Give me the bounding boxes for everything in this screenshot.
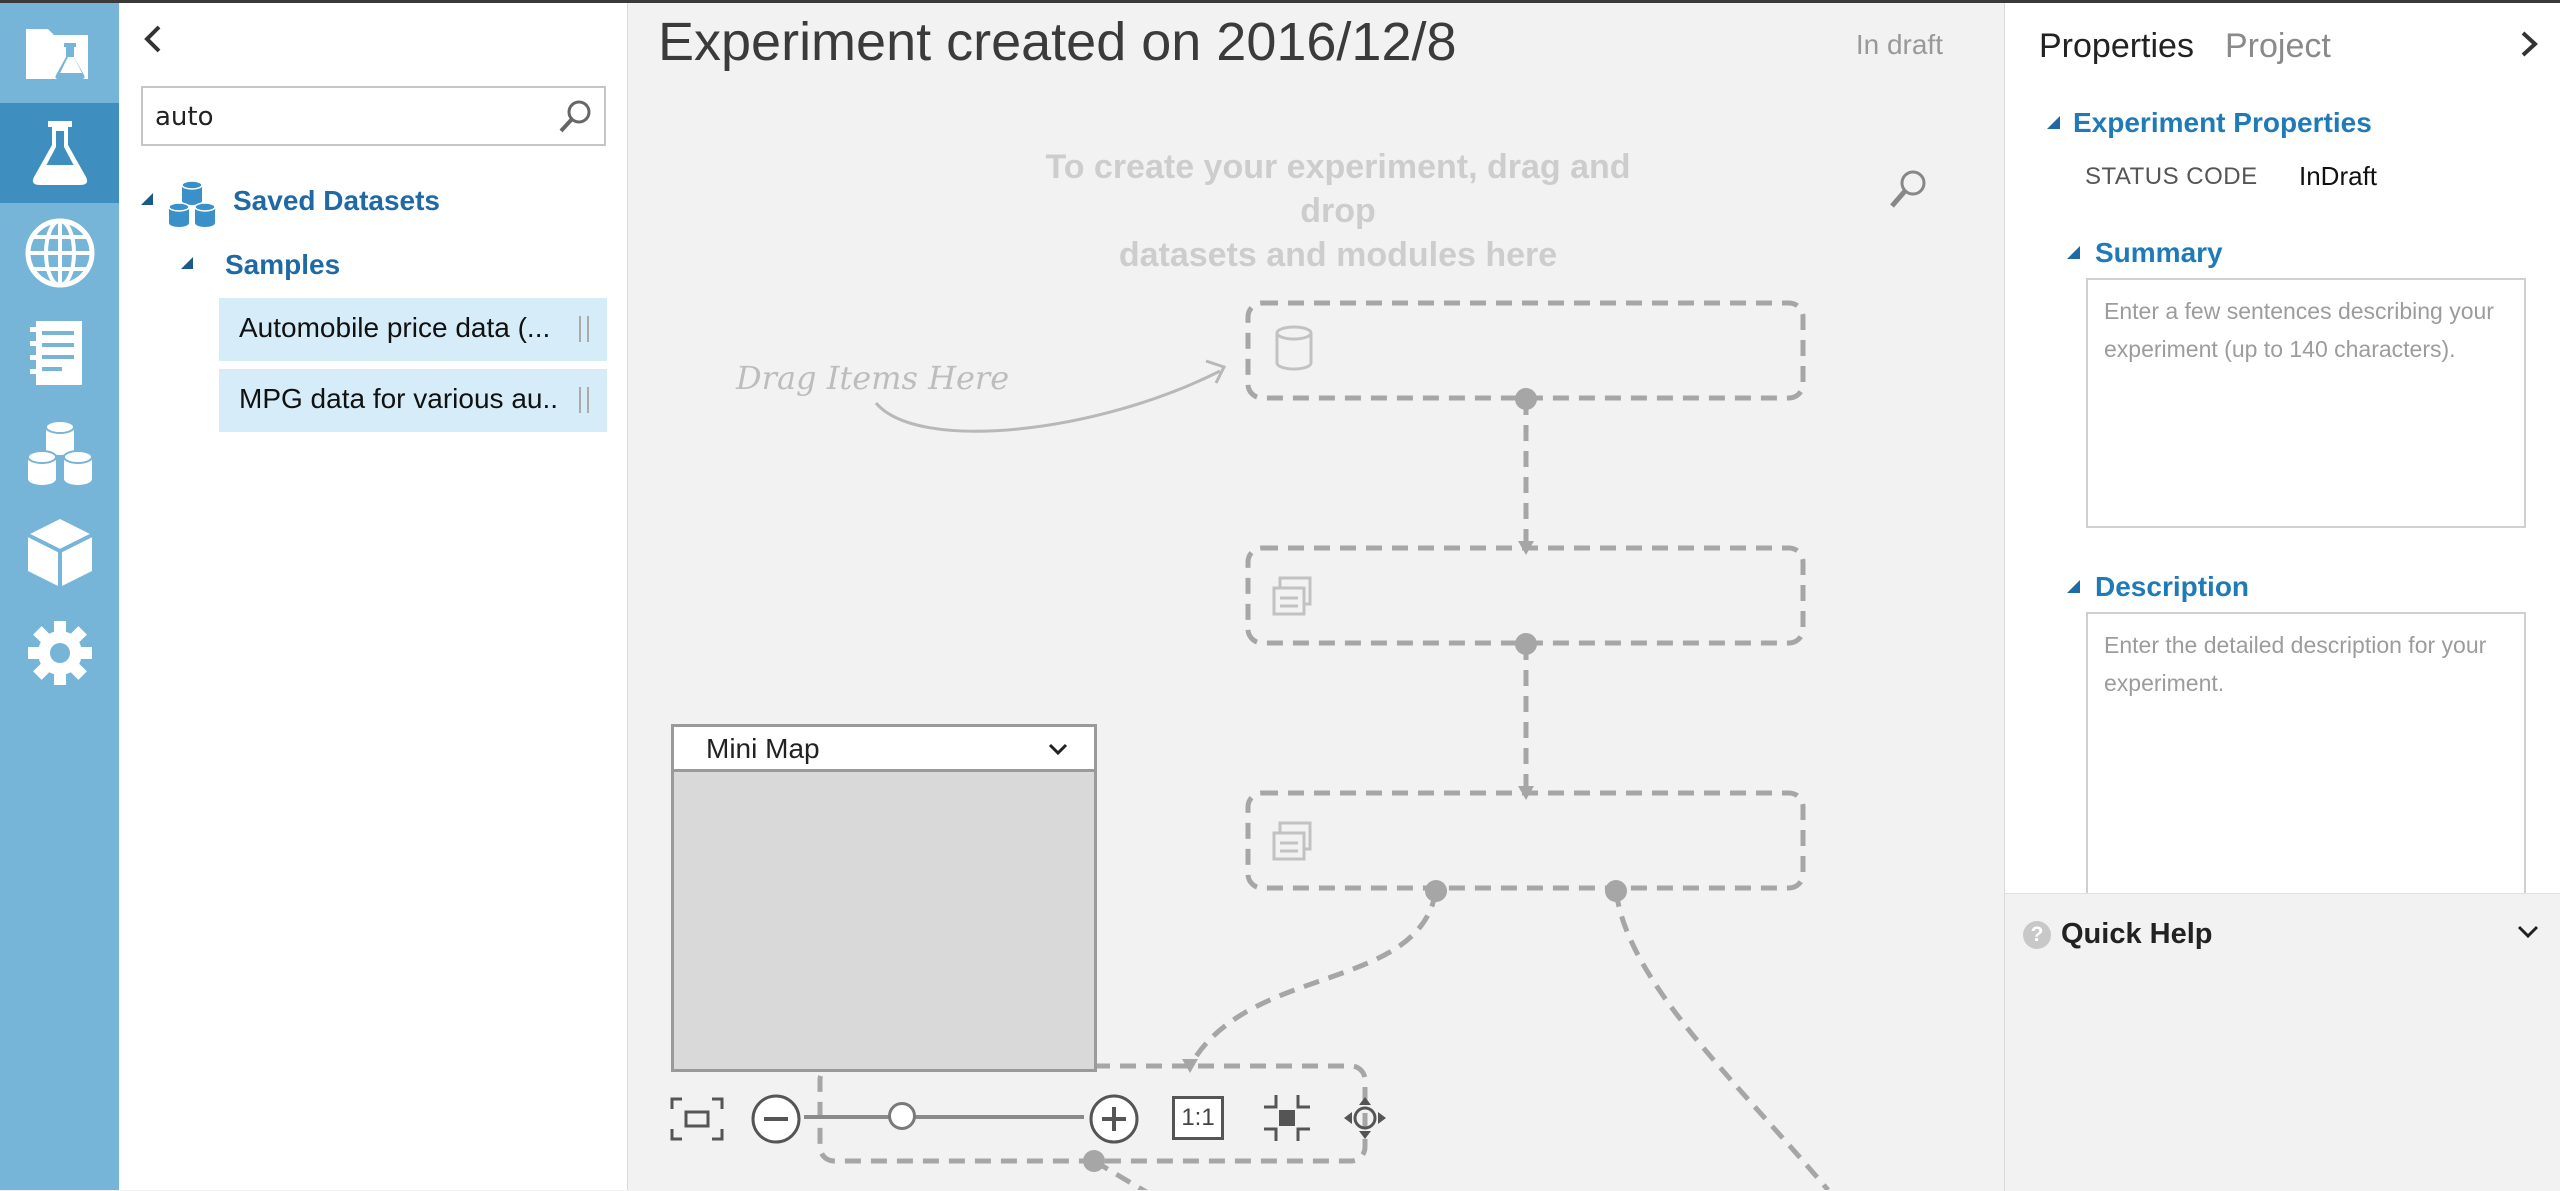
saved-datasets-label[interactable]: Saved Datasets [233, 185, 440, 217]
actual-size-button[interactable]: 1:1 [1172, 1096, 1224, 1140]
palette-search-input[interactable] [153, 96, 537, 138]
help-icon: ? [2023, 921, 2051, 949]
chevron-down-icon[interactable] [2515, 918, 2541, 944]
drag-items-hint: Drag Items Here [736, 359, 1010, 397]
zoom-slider-track[interactable] [804, 1115, 1084, 1119]
summary-heading[interactable]: Summary [2095, 237, 2223, 269]
settings-icon [27, 621, 92, 685]
zoom-out-icon[interactable] [750, 1093, 802, 1145]
saved-datasets-toggle[interactable] [141, 193, 153, 205]
nav-rail [0, 3, 119, 1190]
experiment-properties-toggle[interactable] [2047, 116, 2060, 129]
nav-web-services[interactable] [0, 203, 119, 303]
zoom-in-icon[interactable] [1088, 1093, 1140, 1145]
nav-settings[interactable] [0, 603, 119, 703]
canvas-hint-line: datasets and modules here [1118, 236, 1558, 274]
search-icon[interactable] [556, 98, 594, 136]
dataset-item[interactable]: MPG data for various au... [219, 369, 607, 432]
notebooks-icon [29, 321, 82, 385]
module-palette: Saved Datasets Samples Automobile price … [119, 3, 628, 1190]
web-services-icon [25, 218, 94, 288]
drag-handle-icon[interactable] [579, 387, 589, 413]
canvas-hint: To create your experiment, drag and drop… [1018, 145, 1658, 277]
experiment-title[interactable]: Experiment created on 2016/12/8 [658, 11, 1457, 73]
trained-models-icon [26, 519, 93, 587]
status-code-value: InDraft [2299, 161, 2378, 191]
nav-trained-models[interactable] [0, 503, 119, 603]
pan-icon[interactable] [1342, 1095, 1388, 1141]
tab-properties[interactable]: Properties [2039, 27, 2194, 66]
experiment-canvas[interactable]: Experiment created on 2016/12/8 In draft… [628, 3, 2003, 1190]
saved-datasets-icon [168, 180, 216, 227]
palette-search [141, 86, 606, 146]
dataset-item[interactable]: Automobile price data (... [219, 298, 607, 361]
nav-experiments[interactable] [0, 103, 119, 203]
canvas-hint-line: To create your experiment, drag and drop [1045, 148, 1631, 230]
drag-handle-icon[interactable] [579, 316, 589, 342]
zoom-slider-thumb[interactable] [888, 1102, 916, 1130]
experiments-icon [32, 121, 87, 185]
nav-projects[interactable] [0, 3, 119, 103]
nav-datasets[interactable] [0, 403, 119, 503]
center-icon[interactable] [1262, 1093, 1312, 1143]
quick-help-panel: ? Quick Help [2004, 893, 2560, 1191]
samples-label[interactable]: Samples [225, 249, 340, 281]
summary-toggle[interactable] [2067, 246, 2080, 259]
mini-map[interactable]: Mini Map [671, 724, 1097, 1072]
datasets-icon [26, 420, 93, 485]
nav-notebooks[interactable] [0, 303, 119, 403]
fit-to-screen-icon[interactable] [668, 1095, 726, 1143]
status-code-key: STATUS CODE [2085, 163, 2258, 190]
experiment-properties-heading[interactable]: Experiment Properties [2073, 107, 2372, 139]
summary-field[interactable] [2086, 278, 2526, 528]
mini-map-header[interactable]: Mini Map [674, 727, 1094, 772]
experiment-status: In draft [1855, 29, 1943, 60]
collapse-palette-icon[interactable] [137, 19, 167, 59]
chevron-down-icon[interactable] [1048, 739, 1068, 759]
projects-icon [25, 29, 88, 79]
samples-toggle[interactable] [181, 257, 193, 269]
quick-help-label[interactable]: Quick Help [2061, 918, 2213, 951]
mini-map-label: Mini Map [706, 733, 820, 764]
canvas-search-icon[interactable] [1886, 168, 1930, 212]
properties-panel: Properties Project Experiment Properties… [2004, 3, 2560, 893]
tab-project[interactable]: Project [2225, 27, 2331, 66]
module-icons [1272, 325, 1313, 861]
description-field[interactable] [2086, 612, 2526, 893]
dataset-item-label: MPG data for various au... [239, 383, 557, 414]
description-toggle[interactable] [2067, 580, 2080, 593]
dataset-item-label: Automobile price data (... [239, 312, 551, 343]
description-heading[interactable]: Description [2095, 571, 2249, 603]
collapse-properties-icon[interactable] [2513, 27, 2543, 61]
